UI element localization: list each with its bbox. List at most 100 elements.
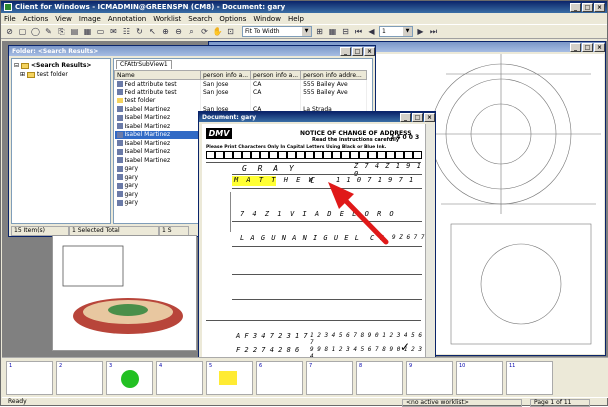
document-scrollbar[interactable] <box>425 124 434 384</box>
zoom-select[interactable]: Fit To Width ▼ <box>242 26 312 37</box>
thumbnail-icon[interactable]: ▦ <box>327 26 338 37</box>
thumbnail-page[interactable]: 4 <box>156 361 203 395</box>
row-name-label: Fed attribute test <box>124 80 177 88</box>
thumbnail-strip: 1 2 3 4 5 6 7 8 9 10 11 <box>2 357 608 397</box>
column-header-person-info-3[interactable]: person info addre... <box>300 70 368 80</box>
row-name-label: gary <box>124 165 139 173</box>
thumbnail-number: 3 <box>109 363 113 369</box>
menu-actions[interactable]: Actions <box>23 15 49 23</box>
yellow-note-icon <box>219 371 237 385</box>
cursor-icon[interactable]: ↖ <box>147 26 158 37</box>
rotate-icon[interactable]: ⟳ <box>199 26 210 37</box>
next-page-icon[interactable]: ▶ <box>415 26 426 37</box>
table-row[interactable]: Fed attribute test San Jose CA 555 Bailey A… <box>114 79 368 88</box>
page-select[interactable]: 1 ▼ <box>379 26 413 37</box>
mail-icon[interactable]: ✉ <box>108 26 119 37</box>
thumbnail-page[interactable]: 9 <box>406 361 453 395</box>
menu-image[interactable]: Image <box>79 15 101 23</box>
row-name-label: Isabel Martinez <box>124 131 171 139</box>
menu-annotation[interactable]: Annotation <box>108 15 146 23</box>
edit-icon[interactable]: ✎ <box>43 26 54 37</box>
minimize-button[interactable]: _ <box>570 2 581 12</box>
menu-window[interactable]: Window <box>253 15 281 23</box>
row-name-label: gary <box>124 173 139 181</box>
fit-page-icon[interactable]: ⊡ <box>225 26 236 37</box>
print-icon[interactable]: ▤ <box>69 26 80 37</box>
close-button[interactable]: × <box>594 2 605 12</box>
thumbnail-number: 7 <box>309 363 313 369</box>
refresh-icon[interactable]: ↻ <box>134 26 145 37</box>
zoom-fit-icon[interactable]: ⌕ <box>186 26 197 37</box>
save-icon[interactable]: ◯ <box>30 26 41 37</box>
thumbnail-page[interactable]: 10 <box>456 361 503 395</box>
thumbnail-page[interactable]: 3 <box>106 361 153 395</box>
close-button[interactable]: × <box>594 42 605 52</box>
document-icon <box>116 182 123 189</box>
chevron-down-icon: ▼ <box>302 27 311 36</box>
column-header-name[interactable]: Name <box>114 70 201 80</box>
folder-icon[interactable]: ▢ <box>17 26 28 37</box>
minimize-button[interactable]: _ <box>570 42 581 52</box>
folder-window-title: Folder: <Search Results> <box>12 47 99 55</box>
document-window: Document: gary _ □ × DMV NOTICE OF CHANGE … <box>198 111 436 389</box>
minimize-button[interactable]: _ <box>340 46 351 56</box>
arrow-annotation[interactable] <box>202 124 425 384</box>
zoom-out-icon[interactable]: ⊖ <box>173 26 184 37</box>
close-button[interactable]: × <box>424 112 435 122</box>
open-icon[interactable]: ⊘ <box>4 26 15 37</box>
menu-worklist[interactable]: Worklist <box>153 15 181 23</box>
close-button[interactable]: × <box>364 46 375 56</box>
thumbnail-page[interactable]: 6 <box>256 361 303 395</box>
document-icon <box>116 191 123 198</box>
thumbnail-page[interactable]: 8 <box>356 361 403 395</box>
cell-c2: San Jose <box>200 79 252 88</box>
cell-name: Isabel Martinez <box>114 147 201 156</box>
folder-icon <box>21 62 30 69</box>
column-header-person-info-1[interactable]: person info a... <box>199 70 252 80</box>
tab-cfattrsubview1[interactable]: CFAttrSubView1 <box>116 60 172 69</box>
table-row[interactable]: Fed attribute test San Jose CA 555 Bailey A… <box>114 88 368 97</box>
row-name-label: test folder <box>124 97 156 105</box>
first-page-icon[interactable]: ⏮ <box>353 26 364 37</box>
cell-name: gary <box>114 164 201 173</box>
status-ready: Ready <box>8 397 27 405</box>
row-name-label: Isabel Martinez <box>124 156 171 164</box>
cell-c2: San Jose <box>200 88 252 97</box>
cell-name: gary <box>114 190 201 199</box>
collapse-icon[interactable]: ⊟ <box>14 62 19 69</box>
thumbnail-page[interactable]: 2 <box>56 361 103 395</box>
table-row[interactable]: test folder <box>114 96 368 105</box>
thumbnail-page[interactable]: 7 <box>306 361 353 395</box>
cell-name: Isabel Martinez <box>114 113 201 122</box>
tile-icon[interactable]: ⊟ <box>340 26 351 37</box>
menu-options[interactable]: Options <box>219 15 246 23</box>
maximize-button[interactable]: □ <box>582 42 593 52</box>
zoom-in-icon[interactable]: ⊕ <box>160 26 171 37</box>
tree-item-test-folder[interactable]: ⊞ test folder <box>14 70 108 79</box>
expand-icon[interactable]: ⊞ <box>20 71 25 78</box>
hand-icon[interactable]: ✋ <box>212 26 223 37</box>
grid-icon[interactable]: ⊞ <box>314 26 325 37</box>
column-header-person-info-2[interactable]: person info a... <box>250 70 302 80</box>
thumbnail-number: 9 <box>409 363 413 369</box>
prev-page-icon[interactable]: ◀ <box>366 26 377 37</box>
note-icon[interactable]: ▭ <box>95 26 106 37</box>
menu-view[interactable]: View <box>55 15 72 23</box>
maximize-button[interactable]: □ <box>582 2 593 12</box>
scan-icon[interactable]: ▦ <box>82 26 93 37</box>
thumbnail-page[interactable]: 11 <box>506 361 553 395</box>
thumbnail-page[interactable]: 1 <box>6 361 53 395</box>
worklist-icon[interactable]: ☷ <box>121 26 132 37</box>
menu-file[interactable]: File <box>4 15 16 23</box>
attach-icon[interactable]: ⎘ <box>56 26 67 37</box>
maximize-button[interactable]: □ <box>352 46 363 56</box>
maximize-button[interactable]: □ <box>412 112 423 122</box>
app-titlebar: Client for Windows - ICMADMIN@GREENSPN (… <box>1 1 607 13</box>
menu-search[interactable]: Search <box>188 15 212 23</box>
last-page-icon[interactable]: ⏭ <box>428 26 439 37</box>
menu-help[interactable]: Help <box>288 15 304 23</box>
tree-item-search-results[interactable]: ⊟ <Search Results> <box>14 61 108 70</box>
document-icon <box>116 81 123 87</box>
minimize-button[interactable]: _ <box>400 112 411 122</box>
thumbnail-page[interactable]: 5 <box>206 361 253 395</box>
